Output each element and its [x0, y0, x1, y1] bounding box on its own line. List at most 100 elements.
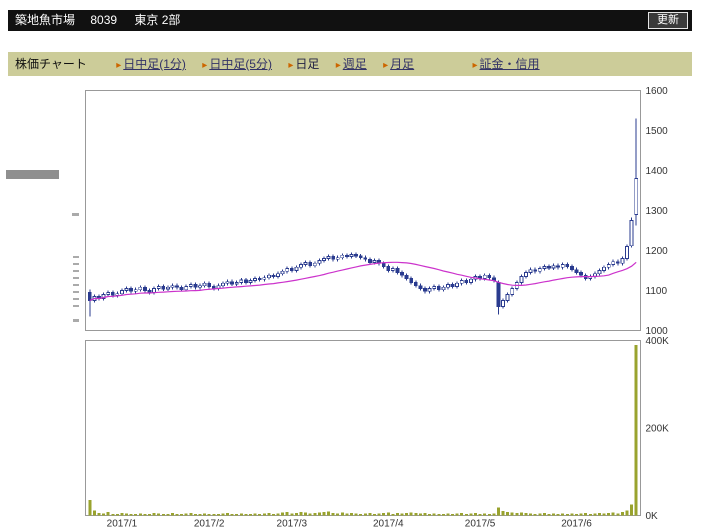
candle-body — [138, 286, 143, 291]
volume-bar — [547, 513, 551, 516]
volume-bar — [184, 513, 188, 516]
candle-body — [390, 268, 395, 271]
candle-body — [629, 220, 634, 247]
candle-body — [469, 278, 473, 283]
candle-body — [441, 286, 446, 291]
nav-item-weekly[interactable]: ▸ 週足 — [336, 57, 367, 71]
volume-bar — [400, 513, 404, 516]
nav-item-intraday-1min[interactable]: ▸ 日中足(1分) — [116, 57, 186, 71]
volume-bar — [221, 513, 225, 516]
refresh-button[interactable]: 更新 — [648, 12, 688, 29]
volume-bar — [487, 513, 491, 516]
volume-bar — [552, 513, 556, 516]
candle-body — [248, 280, 253, 283]
volume-bar — [120, 512, 124, 516]
volume-bar — [607, 512, 611, 516]
nav-item-monthly[interactable]: ▸ 月足 — [383, 57, 414, 71]
volume-bar — [235, 514, 239, 516]
price-axis-label: 1400 — [646, 166, 669, 177]
candle-body — [625, 246, 629, 259]
volume-bar — [469, 513, 473, 516]
volume-bar — [455, 513, 459, 516]
volume-bar — [634, 344, 638, 516]
candle-body — [602, 266, 606, 271]
volume-bar — [253, 513, 257, 516]
candle-body — [487, 274, 492, 279]
volume-bar — [437, 513, 441, 516]
candle-body — [354, 254, 359, 257]
volume-bar — [350, 512, 354, 516]
candle-body — [120, 290, 124, 295]
candle-body — [179, 286, 184, 291]
candle-body — [542, 266, 547, 269]
volume-bar — [285, 512, 289, 516]
volume-bar — [556, 513, 560, 516]
candle-body — [152, 288, 156, 293]
volume-bar — [327, 511, 331, 516]
candle-body — [615, 261, 620, 264]
candle-body — [188, 284, 193, 287]
volume-bar — [368, 512, 372, 516]
volume-bar — [565, 513, 569, 516]
volume-bar — [322, 512, 326, 516]
candle-body — [184, 286, 189, 291]
candle-body — [579, 272, 584, 276]
volume-bar — [492, 513, 496, 516]
candle-body — [551, 265, 556, 269]
nav-item-margin-credit[interactable]: ▸ 証金・信用 — [473, 57, 540, 71]
volume-bar — [496, 507, 500, 516]
candle-body — [115, 293, 120, 296]
volume-bar — [166, 513, 170, 516]
volume-bar — [230, 513, 234, 516]
candle-body — [528, 269, 533, 273]
volume-bar — [446, 513, 450, 516]
volume-bar — [189, 512, 193, 516]
candle-body — [303, 262, 308, 265]
candle-body — [142, 286, 147, 291]
volume-bar — [483, 513, 487, 516]
volume-bar — [161, 514, 165, 516]
candle-body — [335, 257, 340, 260]
candle-body — [193, 284, 198, 288]
volume-bar — [363, 513, 367, 516]
volume-bar — [423, 512, 427, 516]
volume-bar — [418, 513, 422, 516]
nav-item-daily[interactable]: ▸ 日足 — [288, 57, 319, 71]
candle-body — [156, 286, 161, 289]
volume-bar — [473, 512, 477, 516]
volume-bar — [391, 513, 395, 516]
screen-artifact-dash — [73, 319, 79, 322]
volume-bar — [538, 513, 542, 516]
candle-body — [257, 278, 262, 280]
volume-bar — [524, 512, 528, 516]
candle-body — [404, 274, 409, 279]
screen-artifact-bar — [6, 170, 59, 179]
candle-body — [620, 258, 625, 264]
candle-body — [87, 292, 92, 301]
volume-bar — [125, 513, 129, 516]
candle-body — [262, 277, 267, 280]
candle-body — [345, 254, 349, 257]
candle-body — [446, 284, 450, 288]
candle-body — [308, 262, 313, 267]
volume-bar — [616, 513, 620, 516]
market-label: 東京 2部 — [134, 13, 181, 27]
candle-body — [427, 288, 432, 292]
price-axis-label: 1500 — [646, 126, 669, 137]
candle-body — [331, 256, 336, 260]
volume-bar — [625, 510, 629, 516]
volume-bar — [249, 514, 253, 516]
volume-bar — [331, 512, 335, 516]
volume-bar — [304, 512, 308, 516]
volume-bar — [386, 512, 390, 516]
volume-bar — [336, 513, 340, 516]
volume-axis-label: 400K — [646, 336, 670, 347]
volume-bar — [157, 513, 161, 516]
candle-body — [124, 288, 129, 291]
nav-item-intraday-5min[interactable]: ▸ 日中足(5分) — [202, 57, 272, 71]
candle-body — [413, 282, 418, 287]
volume-bar — [216, 513, 220, 516]
candle-body — [537, 268, 542, 272]
x-axis-label: 2017/2 — [194, 519, 225, 528]
volume-bar — [515, 512, 519, 516]
